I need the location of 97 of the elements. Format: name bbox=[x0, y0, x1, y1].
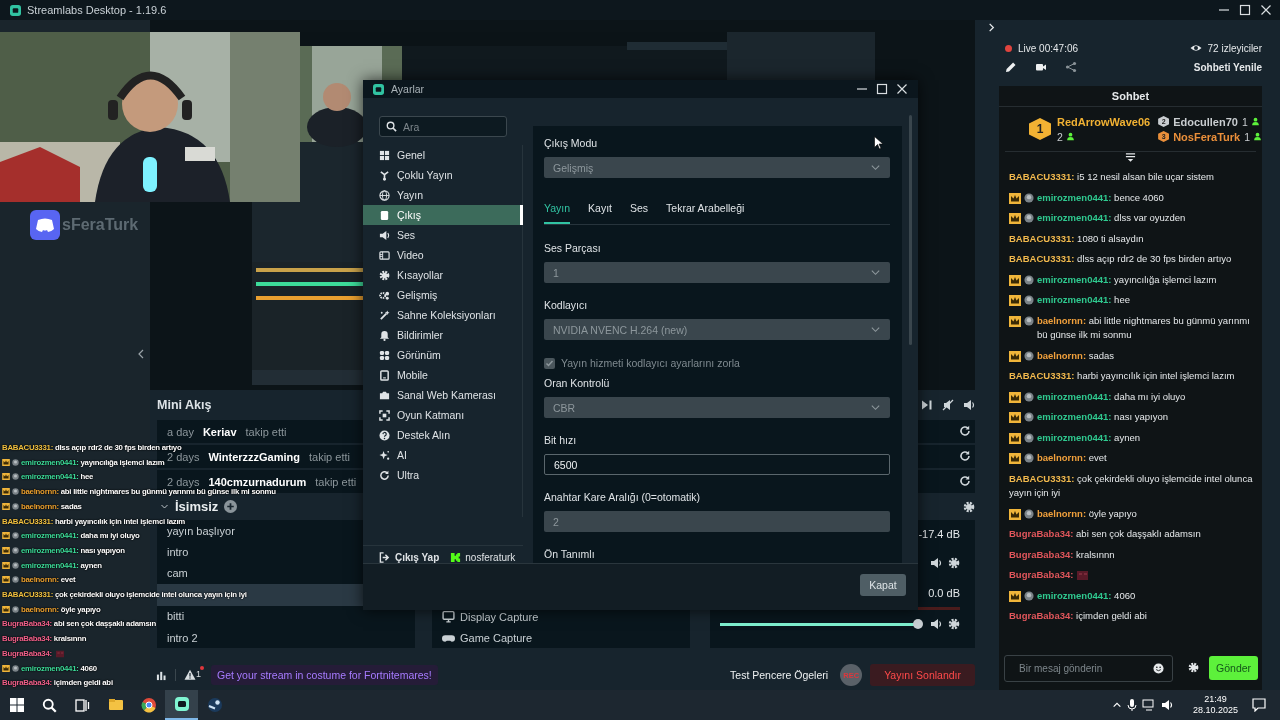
settings-nav-item[interactable]: Mobile bbox=[363, 365, 522, 385]
chat-message: BugraBaba34: bbox=[1009, 568, 1074, 582]
settings-nav-item[interactable]: Genel bbox=[363, 145, 522, 165]
settings-nav-item[interactable]: Görünüm bbox=[363, 345, 522, 365]
panel-title: Mini Akış bbox=[157, 398, 212, 412]
settings-nav-item[interactable]: Ses bbox=[363, 225, 522, 245]
scene-item[interactable]: intro 2 bbox=[157, 626, 415, 649]
event-action: takip etti bbox=[309, 450, 350, 463]
settings-nav-item[interactable]: Gelişmiş bbox=[363, 285, 522, 305]
settings-nav-item[interactable]: Video bbox=[363, 245, 522, 265]
chat-message: BugraBaba34: içimden geldi abi bbox=[1009, 609, 1147, 623]
chatter-name: Edocullen70 bbox=[1173, 115, 1238, 128]
chatter-name: NosFeraTurk bbox=[1173, 130, 1241, 143]
chat-message: baelnornn: öyle yapıyo bbox=[1037, 506, 1137, 521]
chat-message: emirozmen0441: hee bbox=[1037, 293, 1130, 307]
chat-message: emirozmen0441: 4060 bbox=[1037, 588, 1136, 603]
field-label: Çıkış Modu bbox=[544, 137, 598, 150]
field-label: Oran Kontrolü bbox=[544, 377, 610, 390]
chatter-count: 1 bbox=[1244, 130, 1250, 143]
field-label: Ses Parçası bbox=[544, 242, 601, 255]
dialog-title: Ayarlar bbox=[391, 83, 425, 95]
chat-message: emirozmen0441: daha mı iyi oluyo bbox=[1037, 389, 1186, 404]
tab[interactable]: Yayın bbox=[544, 194, 571, 224]
source-item[interactable]: Game Capture bbox=[432, 627, 690, 649]
message-box[interactable]: Bir mesaj gönderin bbox=[1004, 654, 1174, 682]
settings-nav-item[interactable]: Çoklu Yayın bbox=[363, 165, 522, 185]
tab[interactable]: Ses bbox=[630, 194, 649, 224]
clock-time: 21:49 bbox=[1204, 694, 1227, 705]
settings-nav-item[interactable]: Ultra bbox=[363, 465, 522, 485]
settings-nav-item[interactable]: Sanal Web Kamerası bbox=[363, 385, 522, 405]
window-title: Streamlabs Desktop - 1.19.6 bbox=[27, 4, 167, 16]
section-heading: Ön Tanımlı bbox=[544, 548, 595, 561]
field-label: Anahtar Kare Aralığı (0=otomatik) bbox=[544, 491, 701, 504]
volume-reading: -17.4 dB bbox=[918, 528, 960, 542]
chat-message: emirozmen0441: aynen bbox=[1037, 430, 1140, 445]
chat-message: baelnornn: evet bbox=[1037, 451, 1107, 465]
event-time: 2 days bbox=[167, 475, 200, 488]
text-field[interactable]: 6500 bbox=[544, 454, 890, 475]
chatter-count: 2 bbox=[1057, 130, 1063, 143]
event-time: a day bbox=[167, 425, 194, 438]
event-user: WinterzzzGaming bbox=[208, 450, 300, 463]
chat-message: BABACU3331: dlss açıp rdr2 de 30 fps birden artıyo bbox=[1009, 252, 1232, 266]
event-action: takip etti bbox=[245, 425, 287, 438]
settings-nav-item[interactable]: Destek Alın bbox=[363, 425, 522, 445]
scene-collection-title: İsimsiz bbox=[175, 499, 219, 514]
settings-nav-item[interactable]: AI bbox=[363, 445, 522, 465]
promo-banner[interactable]: Get your stream in costume for Fortnitemares! bbox=[211, 665, 438, 685]
tab[interactable]: Kayıt bbox=[588, 194, 612, 224]
close-button[interactable]: Kapat bbox=[860, 574, 906, 596]
chat-message: BugraBaba34: kralsınnn bbox=[1009, 547, 1115, 562]
search-field[interactable]: Ara bbox=[401, 119, 500, 134]
chat-message: BABACU3331: 1080 ti alsaydın bbox=[1009, 231, 1144, 246]
volume-reading: 0.0 dB bbox=[928, 587, 960, 601]
account-name: nosferaturk bbox=[465, 552, 516, 563]
settings-nav-item[interactable]: Kısayollar bbox=[363, 265, 522, 285]
settings-nav-item[interactable]: Çıkış bbox=[363, 205, 523, 225]
event-action: takip etti bbox=[315, 475, 357, 488]
chat-message: baelnornn: sadas bbox=[1037, 348, 1115, 363]
refresh-chat-link[interactable]: Sohbeti Yenile bbox=[1193, 61, 1262, 73]
chat-message: emirozmen0441: bence 4060 bbox=[1037, 190, 1164, 205]
message-field[interactable]: Bir mesaj gönderin bbox=[1017, 661, 1154, 675]
rank-badge: 1 bbox=[1029, 118, 1051, 140]
source-item[interactable]: Display Capture bbox=[432, 606, 690, 628]
chatter-name: RedArrowWave06 bbox=[1057, 115, 1151, 128]
field-label: Bit hızı bbox=[544, 434, 577, 447]
checkbox-label: Yayın hizmeti kodlayıcı ayarlarını zorla bbox=[561, 357, 740, 369]
chatter-count: 1 bbox=[1241, 115, 1248, 128]
chat-message: baelnornn: abi little nightmares bu günmü yarınmı bü günse ilk mi sonmu bbox=[1037, 313, 1251, 342]
overlay-name: sFeraTurk bbox=[62, 216, 139, 234]
test-widgets-link[interactable]: Test Pencere Ögeleri bbox=[730, 669, 829, 681]
source-name: Game Capture bbox=[460, 632, 533, 645]
settings-nav-item[interactable]: Sahne Koleksiyonları bbox=[363, 305, 522, 325]
chat-message: BABACU3331: i5 12 nesil alsan bile uçar sistem bbox=[1009, 170, 1214, 184]
field-label: Kodlayıcı bbox=[544, 299, 588, 312]
chat-message: emirozmen0441: dlss var oyuzden bbox=[1037, 211, 1186, 225]
search-box[interactable]: Ara bbox=[379, 116, 507, 137]
event-user: Keriav bbox=[202, 425, 237, 438]
chat-message: BugraBaba34: abi sen çok daşşaklı adamsın bbox=[1009, 527, 1201, 541]
settings-nav-item[interactable]: Yayın bbox=[363, 185, 522, 205]
settings-nav-item[interactable]: Bildirimler bbox=[363, 325, 522, 345]
clock-date: 28.10.2025 bbox=[1192, 705, 1238, 716]
source-name: Display Capture bbox=[460, 610, 539, 623]
alert-count: 1 bbox=[196, 669, 201, 679]
scene-item[interactable]: bitti bbox=[157, 605, 415, 627]
settings-nav-item[interactable]: Oyun Katmanı bbox=[363, 405, 522, 425]
live-timer: Live 00:47:06 bbox=[1018, 42, 1079, 54]
send-button[interactable]: Gönder bbox=[1209, 656, 1258, 680]
chat-message: emirozmen0441: nası yapıyon bbox=[1037, 410, 1168, 424]
tab[interactable]: Tekrar Arabelleği bbox=[666, 194, 745, 224]
event-user: 140cmzurnadurum bbox=[208, 475, 307, 488]
chat-title: Sohbet bbox=[999, 86, 1262, 107]
logout-link[interactable]: Çıkış Yap bbox=[395, 552, 440, 563]
end-stream-button[interactable]: Yayını Sonlandır bbox=[870, 664, 975, 686]
viewer-count: 72 izleyiciler bbox=[1207, 42, 1262, 54]
chat-message: emirozmen0441: yayıncılığa işlemci lazım bbox=[1037, 272, 1217, 287]
chat-message: BABACU3331: çok çekirdekli oluyo işlemcide intel olunca yayın için iyi bbox=[1009, 471, 1254, 500]
chat-message: BABACU3331: harbi yayıncılık için intel işlemci lazım bbox=[1009, 369, 1235, 383]
